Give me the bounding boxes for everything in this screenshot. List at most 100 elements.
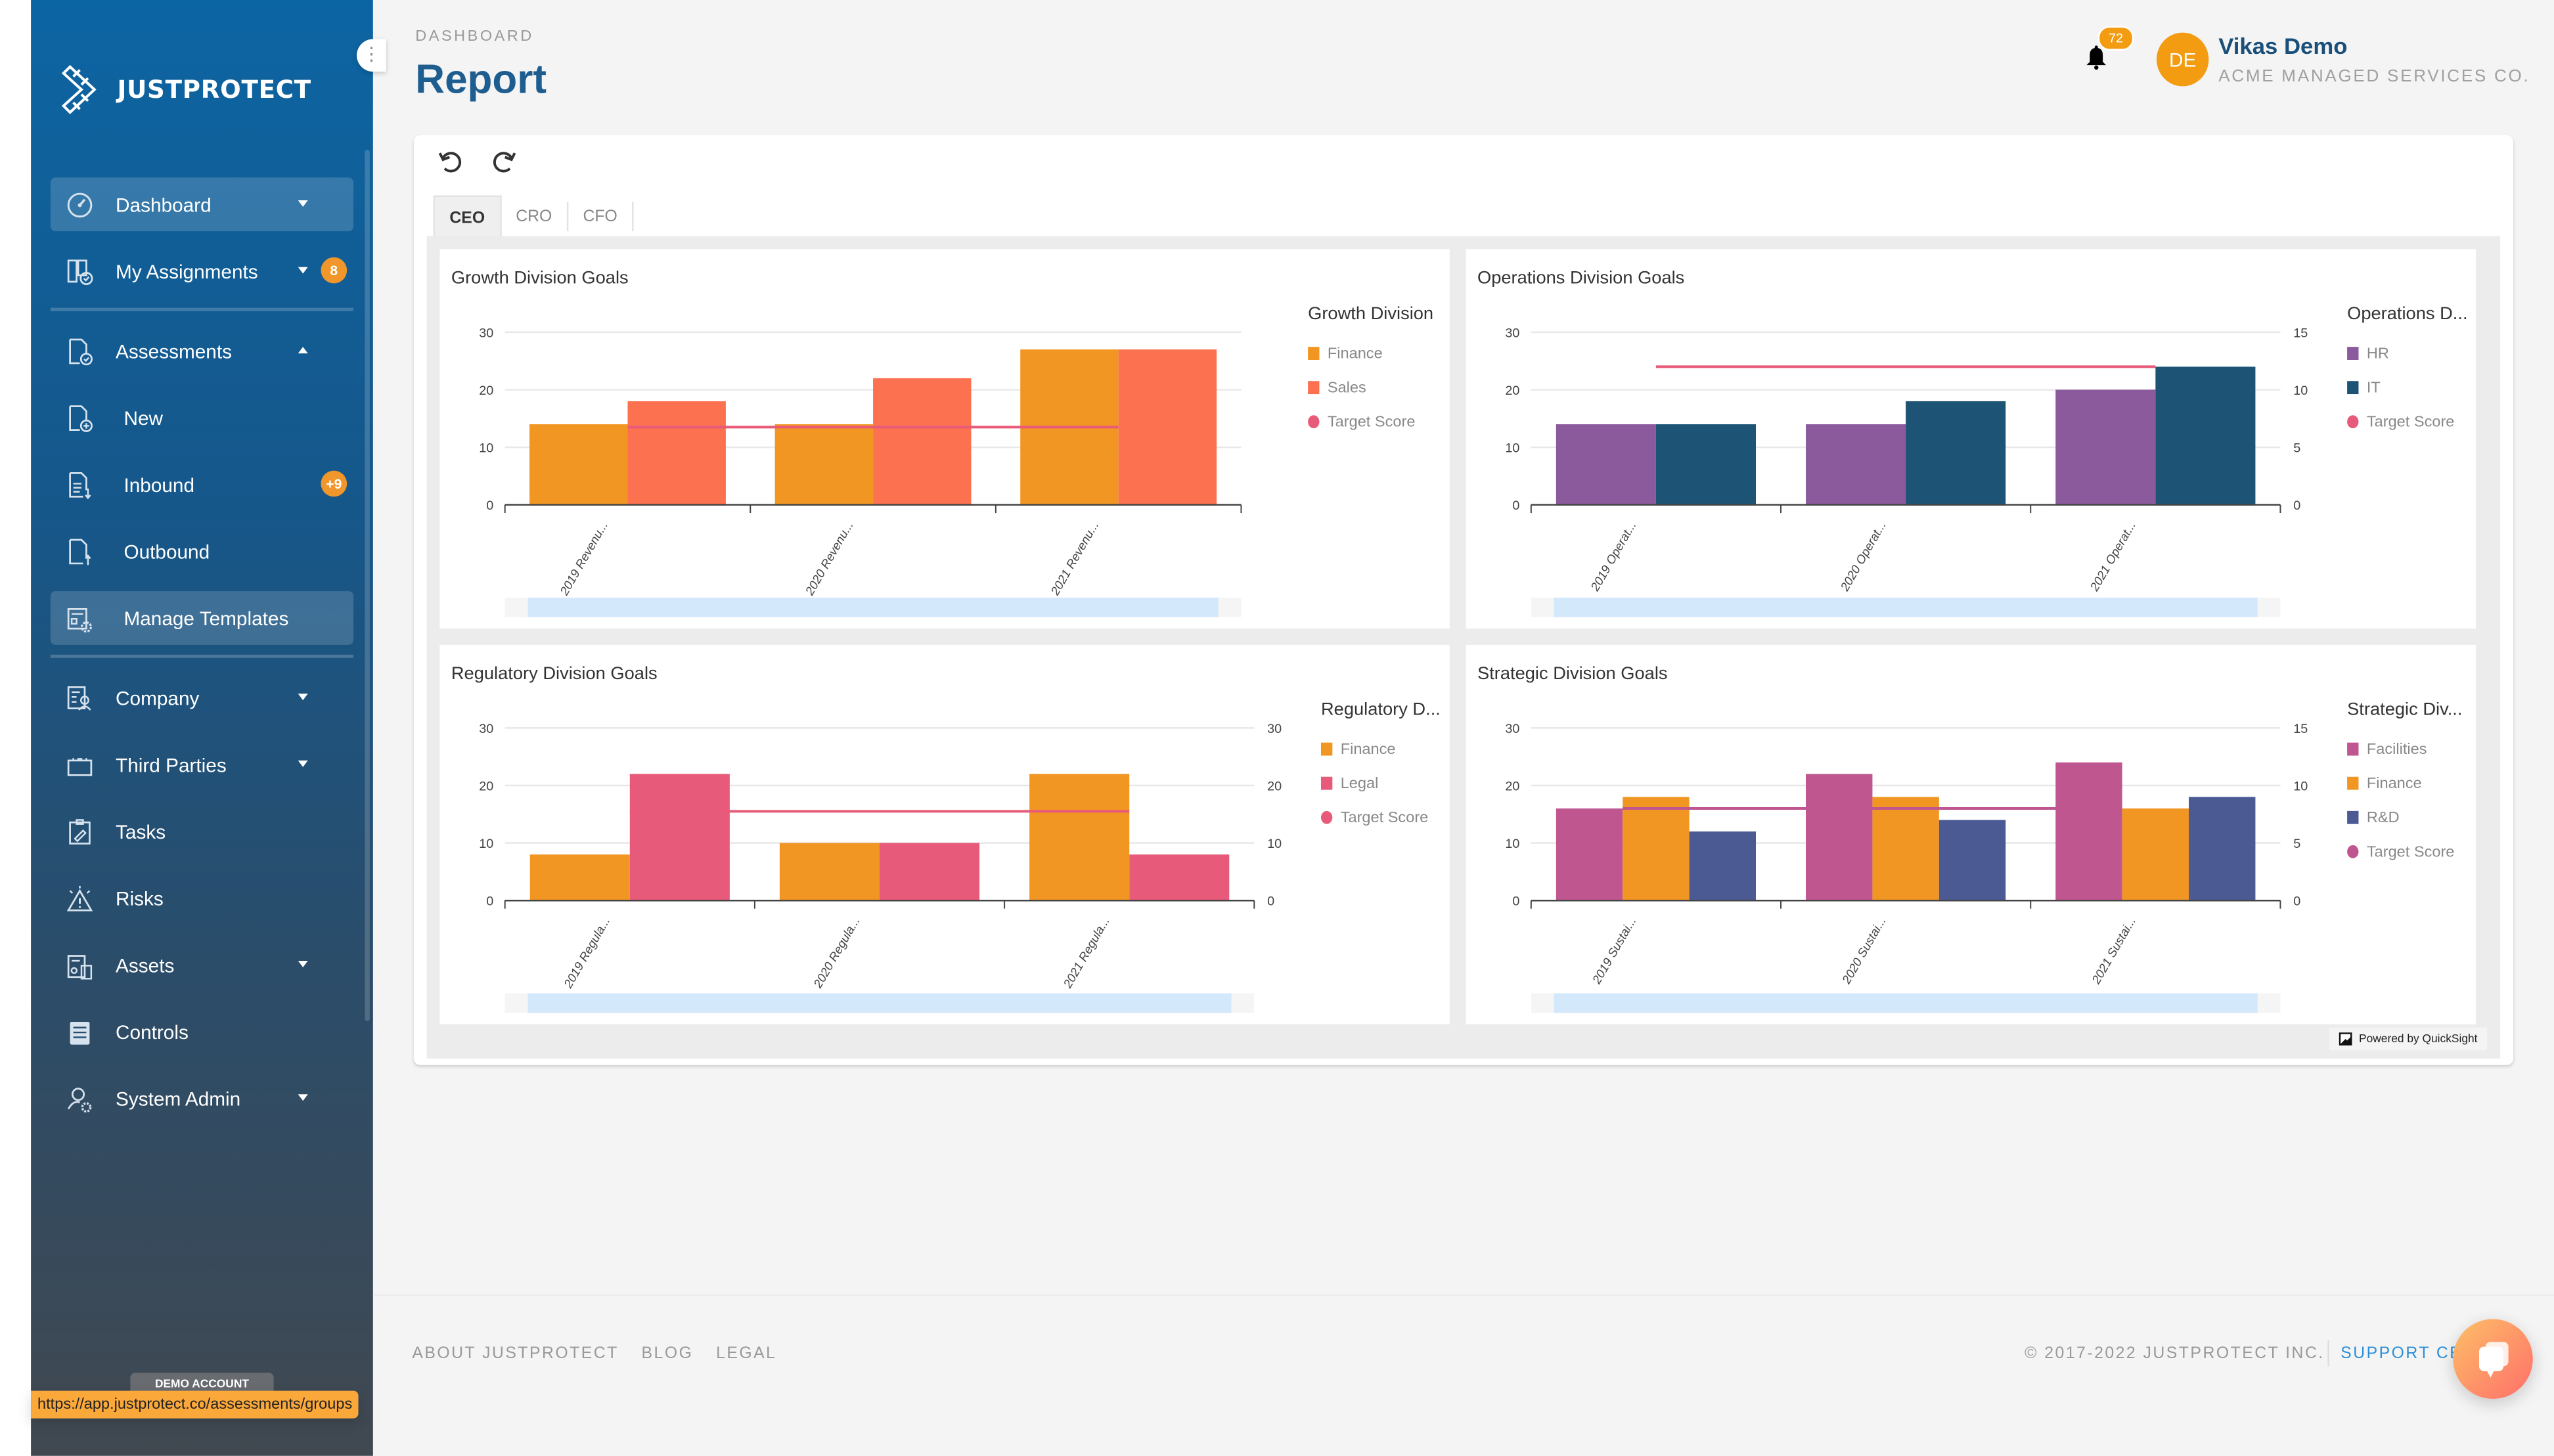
- sidebar-item-inbound[interactable]: Inbound +9: [51, 458, 353, 512]
- legend-item-sales[interactable]: Sales: [1308, 378, 1433, 397]
- bar-legal[interactable]: [1129, 854, 1230, 901]
- bar-sales[interactable]: [1118, 349, 1217, 505]
- legend-label: R&D: [2366, 808, 2400, 827]
- legend-item-target-score[interactable]: Target Score: [1320, 808, 1441, 827]
- x-category-label: 2020 Sustai...: [1839, 914, 1888, 986]
- legend-item-legal[interactable]: Legal: [1320, 774, 1441, 793]
- caret-down-icon[interactable]: [298, 760, 308, 767]
- sidebar-item-manage-templates[interactable]: Manage Templates: [50, 591, 354, 645]
- caret-down-icon[interactable]: [298, 694, 308, 701]
- legend-dot-icon: [1320, 810, 1333, 824]
- range-slider-handle[interactable]: [1554, 993, 2258, 1013]
- sidebar-item-controls[interactable]: Controls: [51, 1005, 353, 1059]
- bar-hr[interactable]: [2055, 389, 2156, 505]
- chart-legend: Regulatory D... Finance Legal Target Score: [1320, 700, 1441, 842]
- bar-hr[interactable]: [1556, 424, 1656, 505]
- legend-item-finance[interactable]: Finance: [2347, 774, 2462, 793]
- chart-panel-regulatory[interactable]: Regulatory Division Goals 0 10 20 30 0 10 20 30 2…: [439, 644, 1450, 1025]
- bar-legal[interactable]: [629, 774, 730, 901]
- sidebar-item-new[interactable]: New: [51, 391, 353, 445]
- powered-by-label: Powered by QuickSight: [2359, 1033, 2478, 1045]
- undo-button[interactable]: [437, 148, 466, 178]
- legend-title: Operations D...: [2347, 304, 2468, 324]
- bar-legal[interactable]: [879, 843, 980, 901]
- chart-panel-strategic[interactable]: Strategic Division Goals 0 10 20 30 0 5 10 15 201…: [1466, 644, 2476, 1025]
- caret-down-icon[interactable]: [298, 267, 308, 274]
- x-category-label: 2019 Regula...: [560, 914, 612, 990]
- bar-finance[interactable]: [779, 843, 880, 901]
- caret-down-icon[interactable]: [298, 960, 308, 967]
- range-slider-handle[interactable]: [1554, 598, 2258, 617]
- sidebar-item-risks[interactable]: Risks: [51, 871, 353, 925]
- bar-r-d[interactable]: [2189, 797, 2256, 901]
- legend-item-finance[interactable]: Finance: [1320, 739, 1441, 759]
- bar-finance[interactable]: [1872, 797, 1939, 901]
- bar-it[interactable]: [2155, 366, 2256, 505]
- sidebar-scrollbar[interactable]: [365, 150, 370, 1021]
- sidebar-collapse-button[interactable]: ⋮: [357, 39, 386, 72]
- bar-sales[interactable]: [873, 378, 972, 505]
- chart-panel-growth[interactable]: Growth Division Goals 0 10 20 30 2019 Revenu.…: [439, 249, 1450, 629]
- support-center-link[interactable]: SUPPORT CE: [2341, 1345, 2462, 1363]
- legend-swatch-icon: [2347, 776, 2359, 790]
- chart-legend: Operations D... HR IT Target Score: [2347, 304, 2468, 447]
- sidebar-item-assessments[interactable]: Assessments: [51, 324, 353, 378]
- bar-it[interactable]: [1655, 424, 1757, 505]
- sidebar-item-company[interactable]: Company: [51, 671, 353, 725]
- legend-item-target-score[interactable]: Target Score: [2347, 842, 2462, 862]
- x-category-label: 2021 Operat...: [2087, 519, 2138, 594]
- sidebar-item-assets[interactable]: Assets: [51, 938, 353, 992]
- bar-finance[interactable]: [1029, 774, 1130, 901]
- footer-link-legal[interactable]: LEGAL: [716, 1345, 776, 1363]
- bar-facilities[interactable]: [2055, 762, 2122, 901]
- brand-logo[interactable]: JUSTPROTECT: [58, 64, 311, 116]
- range-slider-handle[interactable]: [527, 993, 1232, 1013]
- tab-cro[interactable]: CRO: [501, 202, 569, 232]
- bar-finance[interactable]: [1623, 797, 1690, 901]
- bar-sales[interactable]: [627, 401, 726, 505]
- bar-finance[interactable]: [2122, 808, 2189, 901]
- sidebar-item-my-assignments[interactable]: My Assignments 8: [51, 244, 353, 298]
- sidebar-item-tasks[interactable]: Tasks: [51, 805, 353, 858]
- legend-swatch-icon: [2347, 347, 2359, 360]
- powered-by-quicksight[interactable]: Powered by QuickSight: [2329, 1027, 2488, 1051]
- legend-item-target-score[interactable]: Target Score: [1308, 412, 1433, 431]
- user-avatar[interactable]: DE: [2156, 32, 2209, 87]
- caret-down-icon[interactable]: [298, 200, 308, 207]
- chat-widget-button[interactable]: [2453, 1319, 2533, 1399]
- legend-item-facilities[interactable]: Facilities: [2347, 739, 2462, 759]
- sidebar-item-third-parties[interactable]: Third Parties: [51, 738, 353, 791]
- legend-item-target-score[interactable]: Target Score: [2347, 412, 2467, 431]
- range-slider-handle[interactable]: [527, 598, 1219, 617]
- sidebar-item-outbound[interactable]: Outbound: [51, 524, 353, 578]
- legend-item-r-d[interactable]: R&D: [2347, 808, 2462, 827]
- bar-facilities[interactable]: [1806, 774, 1873, 901]
- assets-icon: [65, 950, 95, 980]
- legend-item-finance[interactable]: Finance: [1308, 343, 1433, 363]
- bar-it[interactable]: [1906, 401, 2006, 505]
- legend-item-it[interactable]: IT: [2347, 378, 2467, 397]
- chart-panel-operations[interactable]: Operations Division Goals 0 10 20 30 0 5 10 15 20…: [1466, 249, 2476, 629]
- tab-ceo[interactable]: CEO: [433, 195, 501, 240]
- caret-down-icon[interactable]: [298, 1094, 308, 1101]
- undo-icon: [438, 152, 462, 173]
- breadcrumb[interactable]: DASHBOARD: [415, 28, 533, 45]
- redo-button[interactable]: [489, 148, 518, 178]
- bar-finance[interactable]: [529, 854, 630, 901]
- bar-facilities[interactable]: [1556, 808, 1623, 901]
- footer-link-about[interactable]: ABOUT JUSTPROTECT: [412, 1345, 618, 1363]
- sidebar-item-dashboard[interactable]: Dashboard: [50, 177, 354, 232]
- bar-finance[interactable]: [529, 424, 628, 505]
- legend-item-hr[interactable]: HR: [2347, 343, 2467, 363]
- sidebar-item-system-admin[interactable]: System Admin: [51, 1072, 353, 1126]
- bar-hr[interactable]: [1806, 424, 1906, 505]
- y-tick-label: 20: [1505, 384, 1519, 398]
- caret-up-icon[interactable]: [298, 347, 308, 354]
- user-name[interactable]: Vikas Demo: [2218, 33, 2347, 59]
- controls-list-icon: [65, 1017, 95, 1047]
- bar-finance[interactable]: [774, 424, 874, 505]
- bar-r-d[interactable]: [1689, 831, 1757, 901]
- tab-cfo[interactable]: CFO: [568, 202, 634, 232]
- footer-link-blog[interactable]: BLOG: [642, 1345, 694, 1363]
- bar-r-d[interactable]: [1938, 820, 2006, 901]
